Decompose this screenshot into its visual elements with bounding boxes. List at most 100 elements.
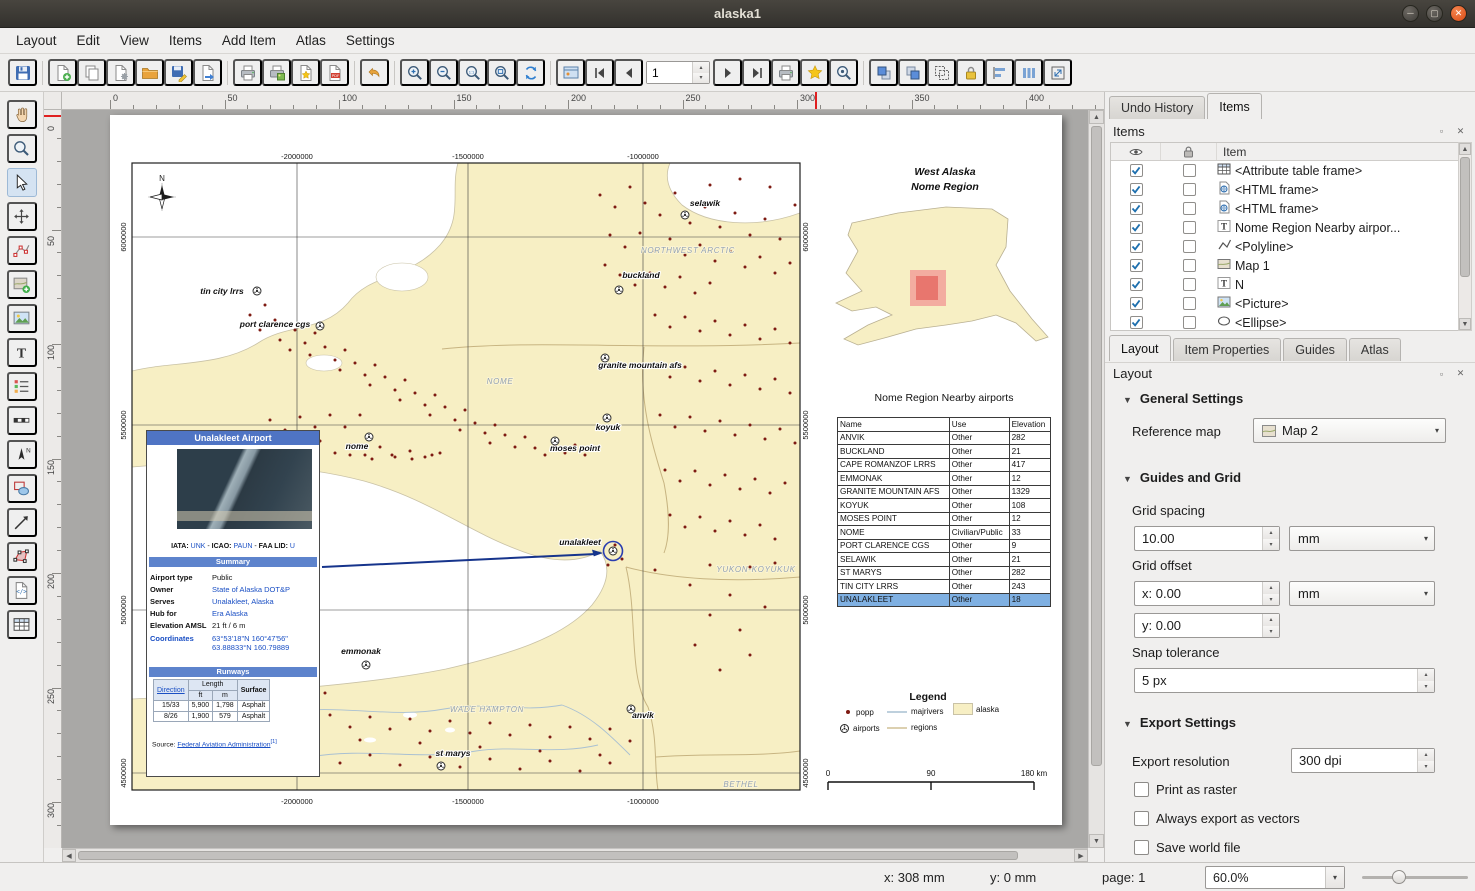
- pan-layout-tool[interactable]: [7, 100, 37, 129]
- checkbox-box[interactable]: [1134, 840, 1149, 855]
- add-attribute-table-tool[interactable]: [7, 610, 37, 639]
- items-list-row[interactable]: Map 1: [1111, 256, 1469, 275]
- atlas-page-spinbox[interactable]: ▴▾: [646, 61, 710, 84]
- layout-panel-close-icon[interactable]: ✕: [1454, 367, 1467, 380]
- lock-checkbox[interactable]: [1183, 164, 1196, 177]
- menu-layout[interactable]: Layout: [6, 29, 67, 52]
- export-atlas-button[interactable]: [800, 59, 829, 86]
- spin-up[interactable]: ▴: [1263, 527, 1279, 539]
- layout-page[interactable]: NORTHWEST ARCTICNOMEYUKON-KOYUKUKWADE HA…: [110, 115, 1062, 825]
- grid-offset-x-spinbox[interactable]: x: 0.00 ▴▾: [1134, 581, 1280, 606]
- spin-down[interactable]: ▾: [1263, 594, 1279, 606]
- menu-add-item[interactable]: Add Item: [212, 29, 286, 52]
- menu-settings[interactable]: Settings: [336, 29, 405, 52]
- export-settings-header[interactable]: ▼Export Settings: [1123, 715, 1236, 730]
- atlas-settings-button[interactable]: [829, 59, 858, 86]
- checkbox-save-world-file[interactable]: Save world file: [1134, 840, 1241, 855]
- zoom-slider-handle[interactable]: [1392, 870, 1406, 884]
- load-from-template-button[interactable]: [193, 59, 222, 86]
- spin-down[interactable]: ▾: [1418, 761, 1434, 773]
- first-feature-button[interactable]: [585, 59, 614, 86]
- zoom-level-combo[interactable]: 60.0% ▾: [1205, 866, 1345, 889]
- atlas-spin-arrows[interactable]: ▴▾: [692, 62, 709, 83]
- add-north-arrow-tool[interactable]: N: [7, 440, 37, 469]
- add-picture-tool[interactable]: [7, 304, 37, 333]
- items-list-row[interactable]: TNome Region Nearby airpor...: [1111, 218, 1469, 237]
- items-list-row[interactable]: <HTML frame>: [1111, 199, 1469, 218]
- snap-tolerance-spinbox[interactable]: 5 px ▴▾: [1134, 668, 1435, 693]
- spin-down[interactable]: ▾: [1263, 539, 1279, 551]
- checkbox-always-export-as-vectors[interactable]: Always export as vectors: [1134, 811, 1300, 826]
- tab-items[interactable]: Items: [1207, 93, 1262, 119]
- add-legend-tool[interactable]: [7, 372, 37, 401]
- visibility-checkbox[interactable]: [1130, 183, 1143, 196]
- add-scalebar-tool[interactable]: [7, 406, 37, 435]
- layout-manager-button[interactable]: [106, 59, 135, 86]
- zoom-tool[interactable]: [7, 134, 37, 163]
- minimize-button[interactable]: ─: [1402, 5, 1419, 22]
- grid-spacing-unit-combo[interactable]: mm▾: [1289, 526, 1435, 551]
- zoom-full-button[interactable]: [487, 59, 516, 86]
- distribute-items-button[interactable]: [1014, 59, 1043, 86]
- export-resolution-spinbox[interactable]: 300 dpi ▴▾: [1291, 748, 1435, 773]
- vscroll-thumb[interactable]: [1091, 126, 1102, 766]
- export-as-image-button[interactable]: [262, 59, 291, 86]
- visibility-checkbox[interactable]: [1130, 240, 1143, 253]
- save-project-button[interactable]: [8, 59, 37, 86]
- print-button[interactable]: [233, 59, 262, 86]
- maximize-button[interactable]: ▢: [1426, 5, 1443, 22]
- select-move-item-tool[interactable]: [7, 168, 37, 197]
- align-selected-items-button[interactable]: [985, 59, 1014, 86]
- items-scrollbar[interactable]: ▲ ▼: [1458, 142, 1472, 331]
- zoom-slider[interactable]: [1362, 869, 1468, 885]
- previous-feature-button[interactable]: [614, 59, 643, 86]
- spin-up[interactable]: ▴: [1263, 582, 1279, 594]
- next-feature-button[interactable]: [713, 59, 742, 86]
- general-settings-header[interactable]: ▼General Settings: [1123, 391, 1243, 406]
- items-list-row[interactable]: TN: [1111, 275, 1469, 294]
- add-arrow-tool[interactable]: [7, 508, 37, 537]
- spin-up[interactable]: ▴: [1418, 669, 1434, 681]
- new-layout-button[interactable]: [48, 59, 77, 86]
- layout-canvas[interactable]: NORTHWEST ARCTICNOMEYUKON-KOYUKUKWADE HA…: [62, 110, 1088, 848]
- export-as-svg-button[interactable]: [291, 59, 320, 86]
- spin-up[interactable]: ▴: [1263, 614, 1279, 626]
- items-list-row[interactable]: <Picture>: [1111, 294, 1469, 313]
- visibility-checkbox[interactable]: [1130, 316, 1143, 329]
- edit-nodes-item-tool[interactable]: [7, 236, 37, 265]
- items-panel-close-icon[interactable]: ✕: [1454, 125, 1467, 138]
- add-shape-tool[interactable]: [7, 474, 37, 503]
- lock-selected-items-button[interactable]: [956, 59, 985, 86]
- menu-items[interactable]: Items: [159, 29, 212, 52]
- visibility-checkbox[interactable]: [1130, 278, 1143, 291]
- atlas-page-input[interactable]: [647, 62, 691, 83]
- menu-edit[interactable]: Edit: [67, 29, 110, 52]
- canvas-vertical-scrollbar[interactable]: ▲ ▼: [1088, 110, 1104, 848]
- spin-down[interactable]: ▾: [1418, 681, 1434, 693]
- tab-undo-history[interactable]: Undo History: [1109, 96, 1205, 119]
- canvas-horizontal-scrollbar[interactable]: ◀ ▶: [62, 848, 1088, 862]
- visibility-checkbox[interactable]: [1130, 221, 1143, 234]
- items-list-row[interactable]: <HTML frame>: [1111, 180, 1469, 199]
- last-feature-button[interactable]: [742, 59, 771, 86]
- undo-button[interactable]: [360, 59, 389, 86]
- lock-checkbox[interactable]: [1183, 316, 1196, 329]
- lock-checkbox[interactable]: [1183, 183, 1196, 196]
- move-item-content-tool[interactable]: [7, 202, 37, 231]
- lock-checkbox[interactable]: [1183, 221, 1196, 234]
- layout-panel-float-icon[interactable]: ▫: [1435, 367, 1448, 380]
- print-atlas-button[interactable]: [771, 59, 800, 86]
- items-list-row[interactable]: <Attribute table frame>: [1111, 161, 1469, 180]
- reference-map-combo[interactable]: Map 2 ▾: [1253, 418, 1446, 443]
- visibility-checkbox[interactable]: [1130, 297, 1143, 310]
- items-list-row[interactable]: <Ellipse>: [1111, 313, 1469, 331]
- guides-and-grid-header[interactable]: ▼Guides and Grid: [1123, 470, 1241, 485]
- grid-offset-y-spinbox[interactable]: y: 0.00 ▴▾: [1134, 613, 1280, 638]
- zoom-actual-button[interactable]: 1:1: [458, 59, 487, 86]
- refresh-view-button[interactable]: [516, 59, 545, 86]
- add-html-frame-tool[interactable]: </>: [7, 576, 37, 605]
- checkbox-box[interactable]: [1134, 782, 1149, 797]
- lock-checkbox[interactable]: [1183, 259, 1196, 272]
- add-map-tool[interactable]: [7, 270, 37, 299]
- tab-item-properties[interactable]: Item Properties: [1173, 338, 1282, 361]
